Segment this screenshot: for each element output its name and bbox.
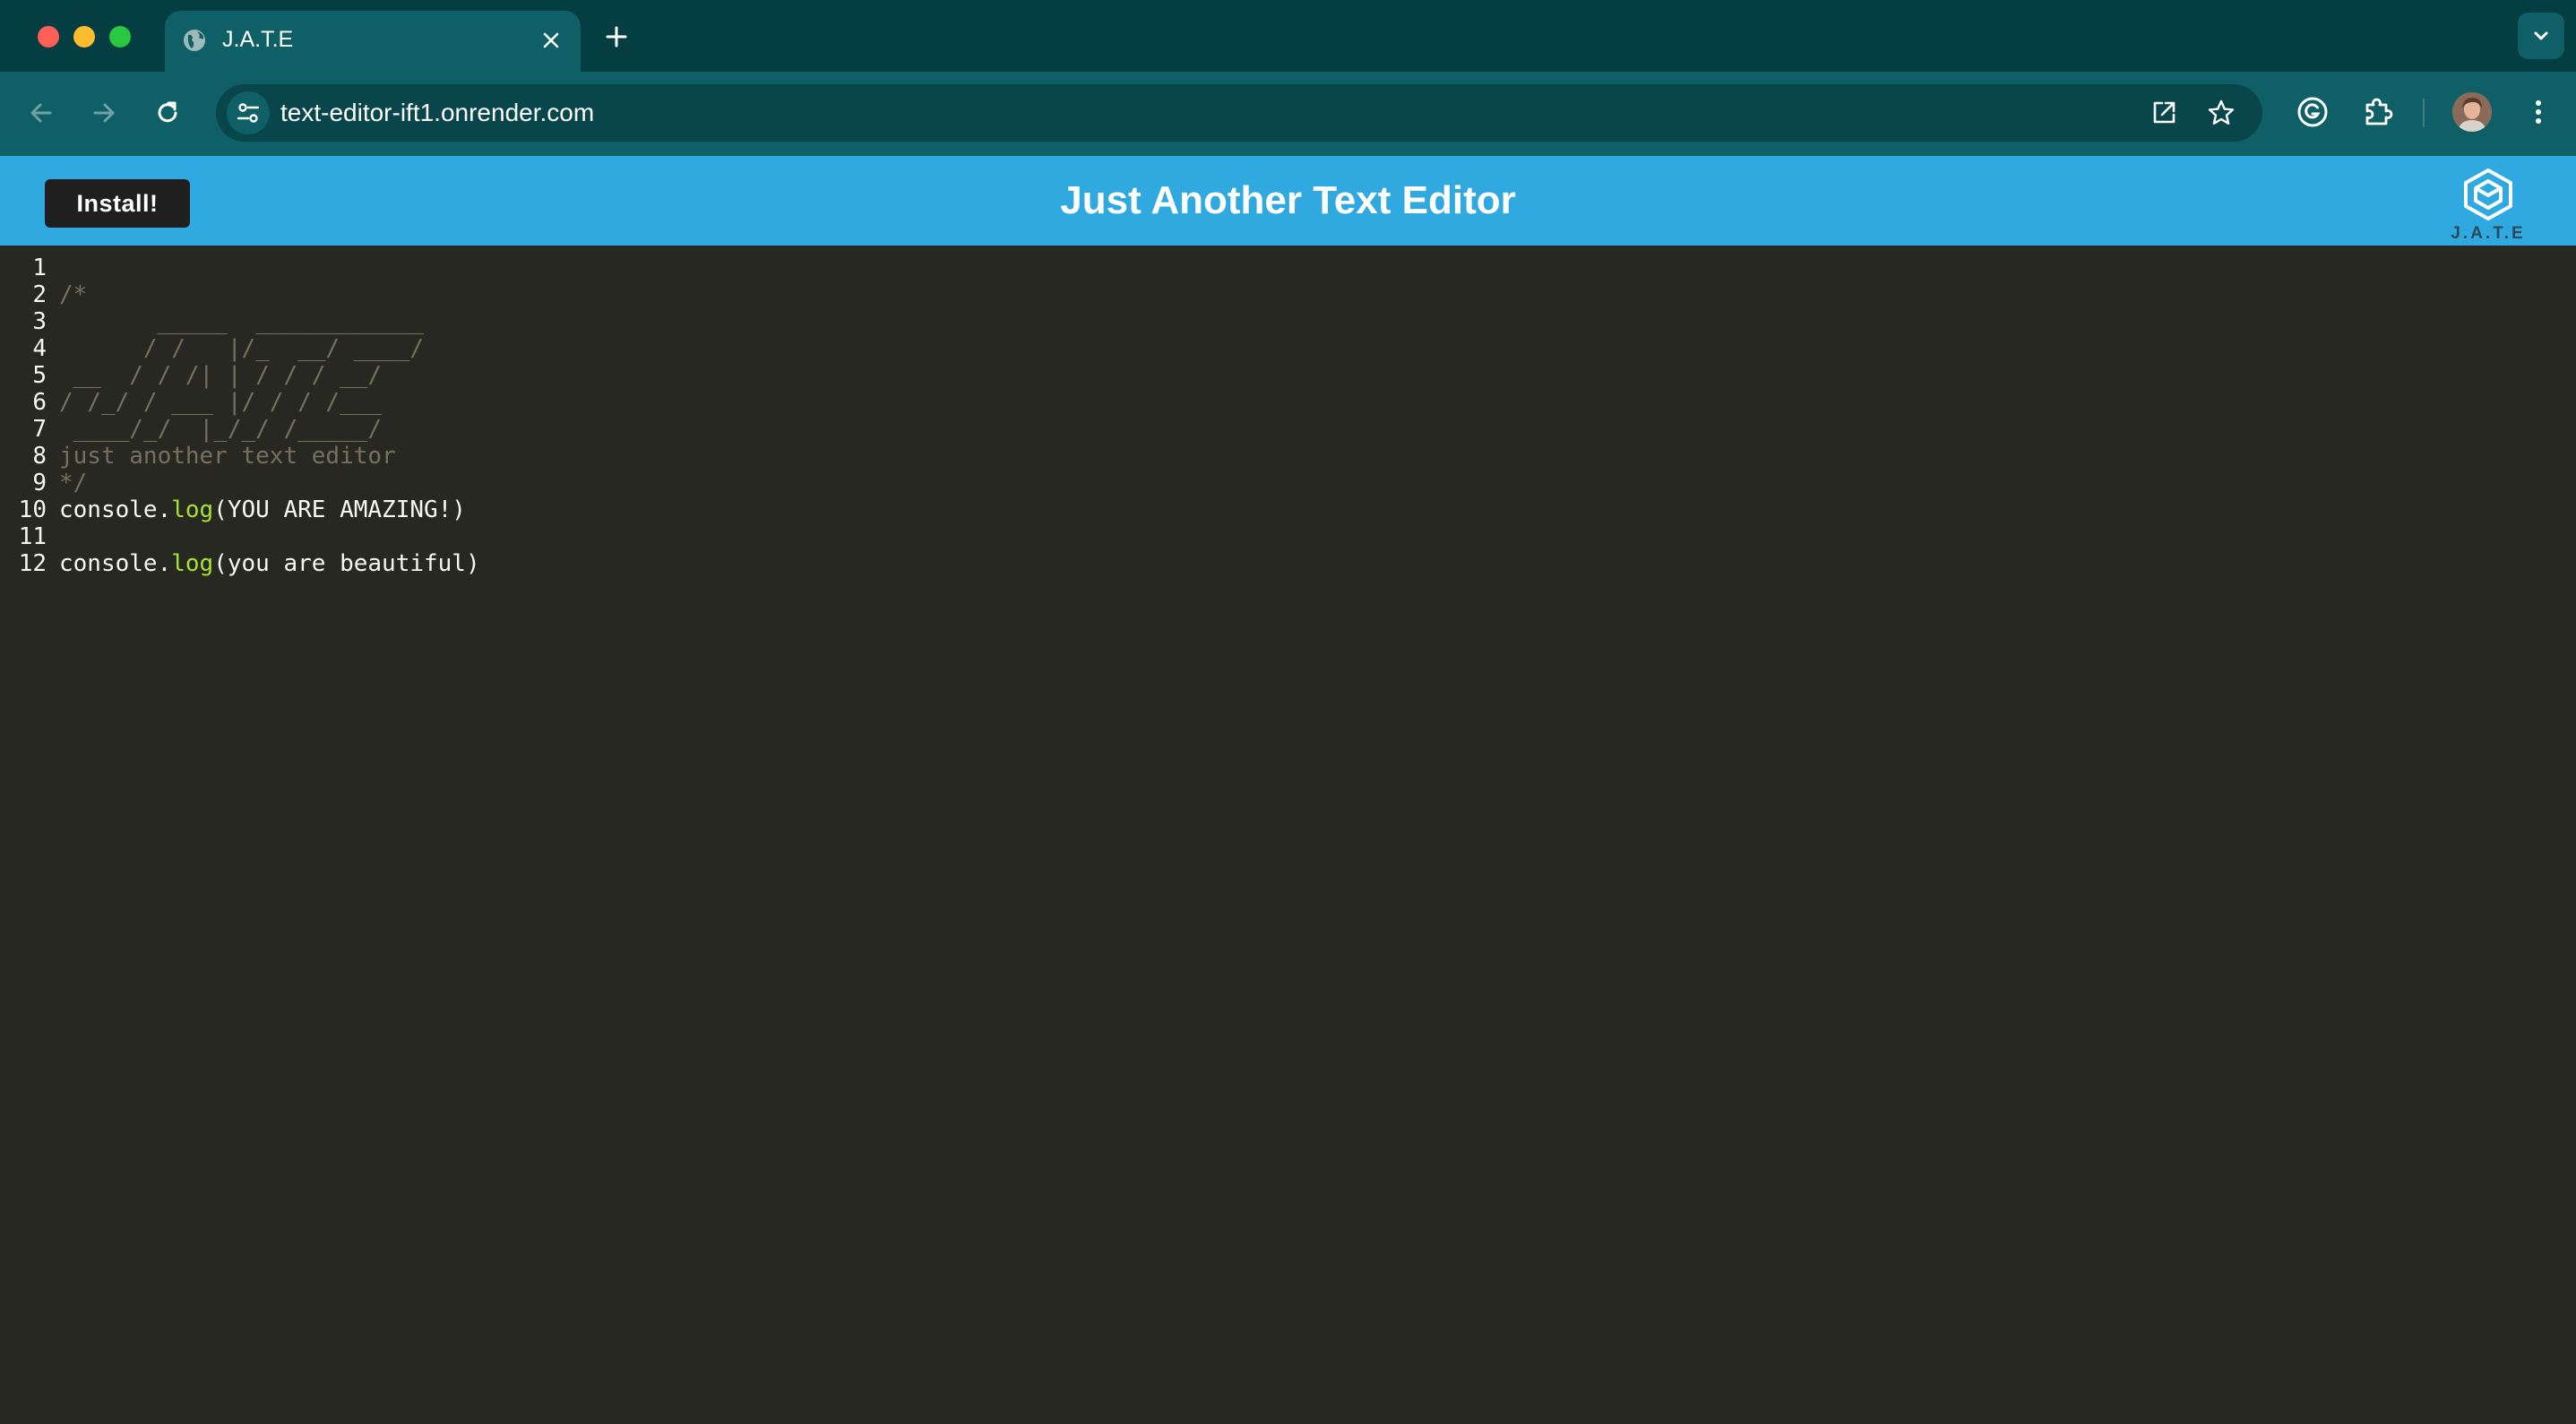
tab-strip: J.A.T.E [0, 0, 2576, 72]
code-text[interactable]: /* [59, 281, 87, 308]
code-token: (YOU ARE AMAZING!) [213, 496, 466, 523]
open-in-new-icon[interactable] [2148, 97, 2180, 129]
line-number: 5 [32, 362, 47, 389]
app-header: Install! Just Another Text Editor J.A.T.… [0, 156, 2576, 246]
browser-toolbar: text-editor-ift1.onrender.com [0, 72, 2576, 156]
code-token: / / |/_ __/ ____/ [59, 335, 424, 362]
code-token: _____ ____________ [59, 308, 424, 335]
code-token: / /_/ / ___ |/ / / /___ [59, 389, 383, 416]
code-token: */ [59, 470, 88, 496]
logo-text: J.A.T.E [2451, 224, 2526, 243]
code-text[interactable]: ____/_/ |_/_/ /_____/ [59, 416, 382, 443]
extensions-puzzle-icon[interactable] [2360, 94, 2396, 130]
line-number: 12 [18, 550, 47, 577]
plus-icon[interactable] [601, 22, 632, 52]
code-editor[interactable]: 1 2 /* 3 _____ ____________ 4 / / |/_ __/ __… [0, 246, 2576, 1424]
avatar[interactable] [2452, 92, 2492, 132]
close-icon[interactable] [538, 27, 564, 54]
toolbar-divider [2423, 99, 2425, 127]
minimize-window-button[interactable] [73, 26, 95, 47]
line-number: 10 [18, 496, 47, 523]
back-arrow-icon[interactable] [23, 95, 59, 131]
tab-title: J.A.T.E [222, 27, 294, 52]
line-number: 9 [32, 470, 47, 496]
url-text[interactable]: text-editor-ift1.onrender.com [280, 97, 594, 129]
profile-photo-icon [2452, 92, 2492, 132]
code-token: log [171, 550, 214, 577]
code-text[interactable]: / /_/ / ___ |/ / / /___ [59, 389, 382, 416]
close-window-button[interactable] [38, 26, 59, 47]
line-number: 2 [32, 281, 47, 308]
forward-arrow-icon[interactable] [86, 95, 122, 131]
tune-icon [237, 103, 260, 123]
star-icon[interactable] [2205, 97, 2237, 129]
code-token: console. [59, 496, 172, 523]
code-text[interactable]: */ [59, 470, 87, 496]
code-token: (you are beautiful) [213, 550, 480, 577]
browser-window: J.A.T.E text-editor-ift1.onrender.com In… [0, 0, 2576, 1424]
code-text[interactable]: just another text editor [59, 443, 396, 470]
code-token: /* [59, 281, 88, 308]
code-text[interactable]: console.log(you are beautiful) [59, 550, 480, 577]
maximize-window-button[interactable] [109, 26, 131, 47]
line-number: 11 [18, 523, 47, 550]
code-text[interactable]: __ / / /| | / / / __/ [59, 362, 382, 389]
line-number: 4 [32, 335, 47, 362]
page-title: Just Another Text Editor [1060, 178, 1516, 222]
reload-icon[interactable] [150, 95, 185, 131]
line-number: 3 [32, 308, 47, 335]
browser-tab-active[interactable]: J.A.T.E [165, 11, 581, 72]
code-text[interactable]: / / |/_ __/ ____/ [59, 335, 424, 362]
app-logo: J.A.T.E [2448, 167, 2529, 244]
code-token: ____/_/ |_/_/ /_____/ [59, 416, 383, 443]
address-bar[interactable]: text-editor-ift1.onrender.com [216, 84, 2262, 142]
code-token: log [171, 496, 214, 523]
grammarly-icon[interactable] [2295, 94, 2330, 130]
line-number: 7 [32, 416, 47, 443]
chevron-down-icon [2534, 31, 2548, 40]
site-info-button[interactable] [227, 91, 270, 134]
code-token: just another text editor [59, 443, 396, 470]
hexagon-logo-icon [2464, 168, 2512, 220]
more-vert-icon[interactable] [2520, 94, 2556, 130]
line-number: 6 [32, 389, 47, 416]
line-number: 8 [32, 443, 47, 470]
code-token: __ / / /| | / / / __/ [59, 362, 383, 389]
globe-icon [184, 30, 205, 51]
code-token: console. [59, 550, 172, 577]
line-number: 1 [32, 255, 47, 281]
code-text[interactable]: _____ ____________ [59, 308, 424, 335]
tab-search-button[interactable] [2518, 13, 2564, 59]
code-text[interactable]: console.log(YOU ARE AMAZING!) [59, 496, 466, 523]
